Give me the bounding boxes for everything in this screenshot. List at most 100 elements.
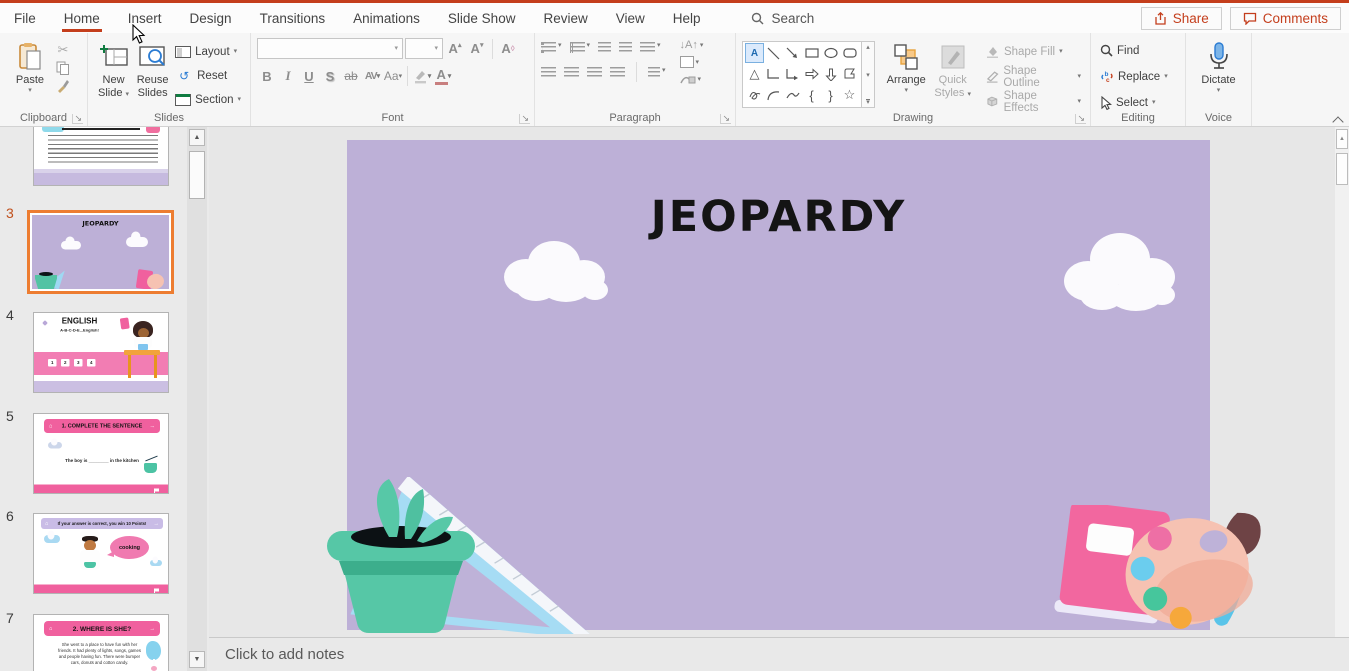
curve-shape-icon[interactable] (783, 85, 802, 105)
layout-button[interactable]: Layout▾ (172, 41, 244, 62)
right-brace-shape-icon[interactable]: } (821, 85, 840, 105)
reset-button[interactable]: ↺ Reset (172, 65, 244, 86)
main-scrollbar[interactable]: ▲ (1335, 127, 1349, 637)
thumbnail-scroll-up-icon[interactable]: ▲ (189, 129, 205, 146)
paragraph-dialog-launcher[interactable]: ↘ (720, 114, 731, 124)
slide-6-thumbnail[interactable]: ⌂ If your answer is correct, you win 10 … (33, 513, 169, 594)
tab-design[interactable]: Design (176, 3, 246, 33)
columns-button[interactable]: ▾ (648, 67, 666, 78)
elbow-connector-icon[interactable] (764, 64, 783, 84)
increase-indent-icon[interactable] (619, 42, 632, 53)
share-button[interactable]: Share (1141, 7, 1222, 30)
star-shape-icon[interactable]: ☆ (840, 85, 859, 105)
find-button[interactable]: Find (1097, 40, 1171, 61)
notes-pane[interactable]: Click to add notes (209, 637, 1349, 671)
tab-help[interactable]: Help (659, 3, 715, 33)
gallery-more-icon[interactable]: ▾ (866, 99, 870, 106)
italic-button[interactable]: I (278, 66, 298, 86)
paste-button[interactable]: Paste ▾ (6, 38, 54, 94)
elbow-arrow-connector-icon[interactable] (783, 64, 802, 84)
arc-shape-icon[interactable] (764, 85, 783, 105)
justify-icon[interactable] (610, 67, 625, 78)
shape-outline-button[interactable]: Shape Outline▾ (982, 66, 1084, 87)
reuse-slides-button[interactable]: Reuse Slides (133, 38, 172, 100)
arrow-shape-icon[interactable] (783, 43, 802, 63)
font-dialog-launcher[interactable]: ↘ (519, 114, 530, 124)
align-right-icon[interactable] (587, 67, 602, 78)
block-arrow-right-icon[interactable] (802, 64, 821, 84)
thumbnail-scroll-down-icon[interactable]: ▼ (189, 651, 205, 668)
arrange-button[interactable]: Arrange ▾ (883, 38, 929, 94)
bullets-button[interactable]: ▾ (541, 42, 562, 53)
paste-dropdown[interactable]: ▾ (28, 87, 32, 94)
change-case-button[interactable]: Aa▾ (383, 66, 403, 86)
gallery-down-icon[interactable]: ▾ (866, 71, 870, 79)
font-color-button[interactable]: A ▾ (433, 66, 453, 86)
slide-5-thumbnail[interactable]: ⌂ 1. COMPLETE THE SENTENCE → The boy is … (33, 413, 169, 494)
tab-slideshow[interactable]: Slide Show (434, 3, 530, 33)
oval-shape-icon[interactable] (821, 43, 840, 63)
scribble-shape-icon[interactable] (745, 85, 764, 105)
block-arrow-down-icon[interactable] (821, 64, 840, 84)
main-scroll-up-icon[interactable]: ▲ (1336, 129, 1348, 149)
numbering-button[interactable]: ▾ (570, 42, 591, 53)
new-slide-button[interactable]: New Slide ▾ (94, 38, 133, 100)
collapse-ribbon-icon[interactable] (1333, 114, 1343, 122)
triangle-shape-icon[interactable]: △ (745, 64, 764, 84)
cut-icon[interactable]: ✂ (54, 42, 72, 58)
dictate-button[interactable]: Dictate ▾ (1195, 38, 1243, 94)
line-shape-icon[interactable] (764, 43, 783, 63)
comments-button[interactable]: Comments (1230, 7, 1341, 30)
tab-home[interactable]: Home (50, 3, 114, 33)
highlight-button[interactable]: ▾ (412, 66, 432, 86)
font-name-combo[interactable]: ▾ (257, 38, 403, 59)
shape-gallery[interactable]: A △ { } ☆ (742, 41, 862, 108)
replace-button[interactable]: b c Replace▾ (1097, 66, 1171, 87)
drawing-dialog-launcher[interactable]: ↘ (1075, 114, 1086, 124)
copy-icon[interactable] (54, 60, 72, 76)
slide-4-thumbnail[interactable]: ENGLISH A-B-C-D-E...English! 1 2 3 4 (33, 312, 169, 393)
notes-placeholder[interactable]: Click to add notes (225, 646, 344, 663)
rounded-rectangle-shape-icon[interactable] (840, 43, 859, 63)
text-shadow-button[interactable]: S (320, 66, 340, 86)
font-size-combo[interactable]: ▾ (405, 38, 443, 59)
freeform-shape-icon[interactable] (840, 64, 859, 84)
slide-2-thumbnail[interactable] (33, 127, 169, 186)
clipboard-dialog-launcher[interactable]: ↘ (72, 114, 83, 124)
shrink-font-button[interactable]: A▾ (467, 39, 487, 59)
search-box[interactable]: Search (751, 11, 815, 26)
tab-view[interactable]: View (602, 3, 659, 33)
align-text-button[interactable]: ▾ (680, 56, 704, 68)
shape-gallery-scroll[interactable]: ▴ ▾ ▾ (862, 41, 875, 108)
gallery-up-icon[interactable]: ▴ (866, 43, 870, 51)
line-spacing-button[interactable]: ▾ (640, 42, 661, 53)
tab-review[interactable]: Review (529, 3, 601, 33)
grow-font-button[interactable]: A▴ (445, 39, 465, 59)
rectangle-shape-icon[interactable] (802, 43, 821, 63)
slide-3-thumbnail-selected[interactable]: JEOPARDY (27, 210, 174, 294)
character-spacing-button[interactable]: AV▾ (362, 66, 382, 86)
main-scrollbar-thumb[interactable] (1336, 153, 1348, 185)
text-direction-button[interactable]: ↓A↑▾ (680, 40, 704, 51)
section-button[interactable]: Section▾ (172, 89, 244, 110)
slide-7-thumbnail[interactable]: ⌂ 2. WHERE IS SHE? → She went to a place… (33, 614, 169, 671)
quick-styles-button[interactable]: Quick Styles ▾ (929, 38, 975, 100)
shape-effects-button[interactable]: Shape Effects▾ (982, 91, 1084, 112)
bold-button[interactable]: B (257, 66, 277, 86)
thumbnail-scrollbar[interactable]: ▲ ▼ (187, 127, 207, 671)
align-left-icon[interactable] (541, 67, 556, 78)
select-button[interactable]: Select▾ (1097, 92, 1171, 113)
decrease-indent-icon[interactable] (598, 42, 611, 53)
align-center-icon[interactable] (564, 67, 579, 78)
clear-formatting-button[interactable]: A◊ (498, 39, 518, 59)
format-painter-icon[interactable] (54, 78, 72, 94)
left-brace-shape-icon[interactable]: { (802, 85, 821, 105)
strikethrough-button[interactable]: ab (341, 66, 361, 86)
tab-file[interactable]: File (0, 3, 50, 33)
underline-button[interactable]: U (299, 66, 319, 86)
tab-animations[interactable]: Animations (339, 3, 434, 33)
thumbnail-scrollbar-thumb[interactable] (189, 151, 205, 199)
smartart-button[interactable]: ▾ (680, 73, 704, 85)
textbox-shape-icon[interactable]: A (745, 43, 764, 63)
tab-transitions[interactable]: Transitions (246, 3, 340, 33)
